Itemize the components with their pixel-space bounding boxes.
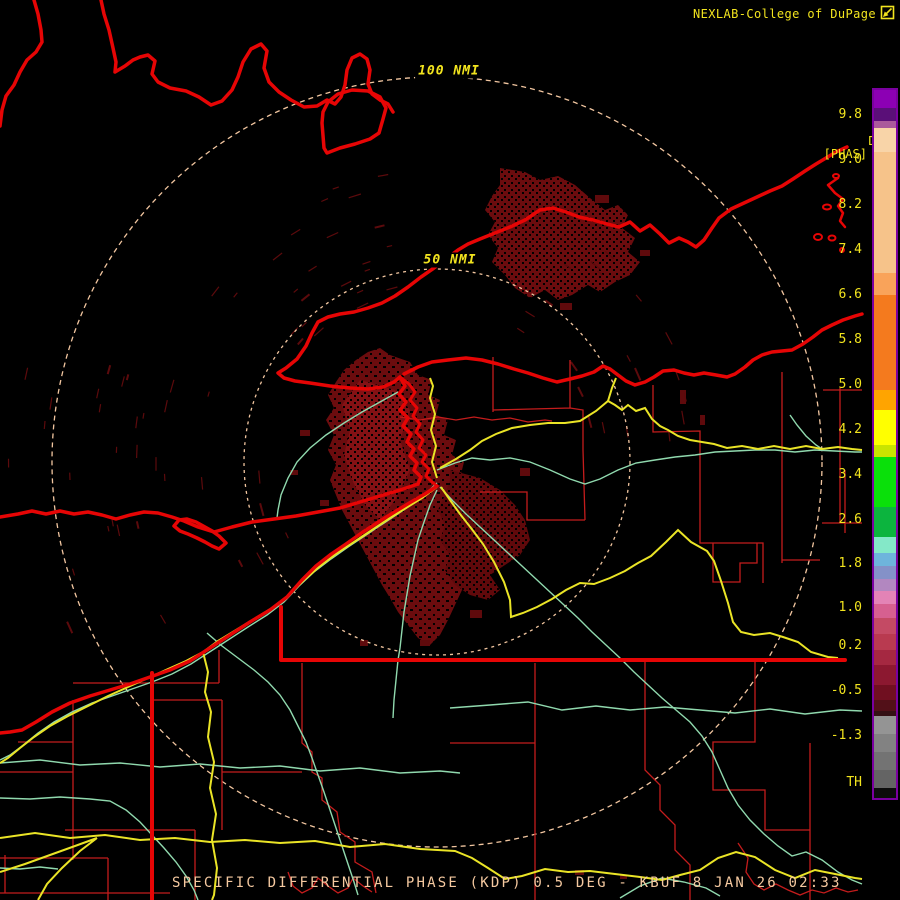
range-ring-label-100nmi: 100 NMI — [415, 63, 483, 79]
color-scale-segment — [874, 507, 896, 537]
color-scale-tick: 1.0 — [838, 600, 862, 615]
color-scale-tick: 6.6 — [838, 287, 862, 302]
color-scale-tick: 9.8 — [838, 107, 862, 122]
color-scale-segment — [874, 390, 896, 410]
color-scale-segment — [874, 273, 896, 295]
color-scale-segment — [874, 579, 896, 591]
color-scale-segment — [874, 665, 896, 685]
color-scale-tick: 0.2 — [838, 638, 862, 653]
color-scale-segment — [874, 604, 896, 618]
range-ring-label-50nmi: 50 NMI — [420, 252, 480, 268]
color-scale-segment — [874, 108, 896, 121]
color-scale-tick: 5.0 — [838, 377, 862, 392]
color-scale-tick: 2.6 — [838, 512, 862, 527]
color-scale-tick: 9.0 — [838, 152, 862, 167]
color-scale-segment — [874, 128, 896, 152]
color-scale-tick: 7.4 — [838, 242, 862, 257]
color-scale-segment — [874, 770, 896, 788]
color-scale — [872, 88, 898, 800]
color-scale-segment — [874, 591, 896, 604]
color-scale-segment — [874, 788, 896, 798]
radar-viewer: NEXLAB-College of DuPage DKD [PHAS] 9.89… — [0, 0, 900, 900]
color-scale-segment — [874, 457, 896, 507]
color-scale-tick: 4.2 — [838, 422, 862, 437]
color-scale-segment — [874, 553, 896, 566]
color-scale-segment — [874, 752, 896, 770]
color-scale-tick: 8.2 — [838, 197, 862, 212]
status-bar: SPECIFIC DIFFERENTIAL PHASE (KDP) 0.5 DE… — [172, 875, 842, 891]
color-scale-segment — [874, 445, 896, 457]
color-scale-segment — [874, 716, 896, 734]
color-scale-segment — [874, 618, 896, 634]
color-scale-segment — [874, 634, 896, 650]
color-scale-segment — [874, 90, 896, 108]
color-scale-segment — [874, 566, 896, 579]
cod-weather-logo-icon — [880, 5, 895, 20]
color-scale-tick: 3.4 — [838, 467, 862, 482]
color-scale-tick: TH — [846, 775, 862, 790]
color-scale-segment — [874, 650, 896, 665]
color-scale-segment — [874, 410, 896, 445]
color-scale-segment — [874, 700, 896, 711]
color-scale-segment — [874, 295, 896, 390]
color-scale-segment — [874, 685, 896, 700]
color-scale-tick: 1.8 — [838, 556, 862, 571]
color-scale-tick: -1.3 — [830, 728, 862, 743]
color-scale-segment — [874, 121, 896, 128]
page-title: NEXLAB-College of DuPage — [693, 7, 876, 21]
color-scale-tick: 5.8 — [838, 332, 862, 347]
color-scale-segment — [874, 152, 896, 273]
color-scale-segment — [874, 537, 896, 553]
color-scale-tick: -0.5 — [830, 683, 862, 698]
radar-map — [0, 0, 900, 900]
color-scale-segment — [874, 734, 896, 752]
